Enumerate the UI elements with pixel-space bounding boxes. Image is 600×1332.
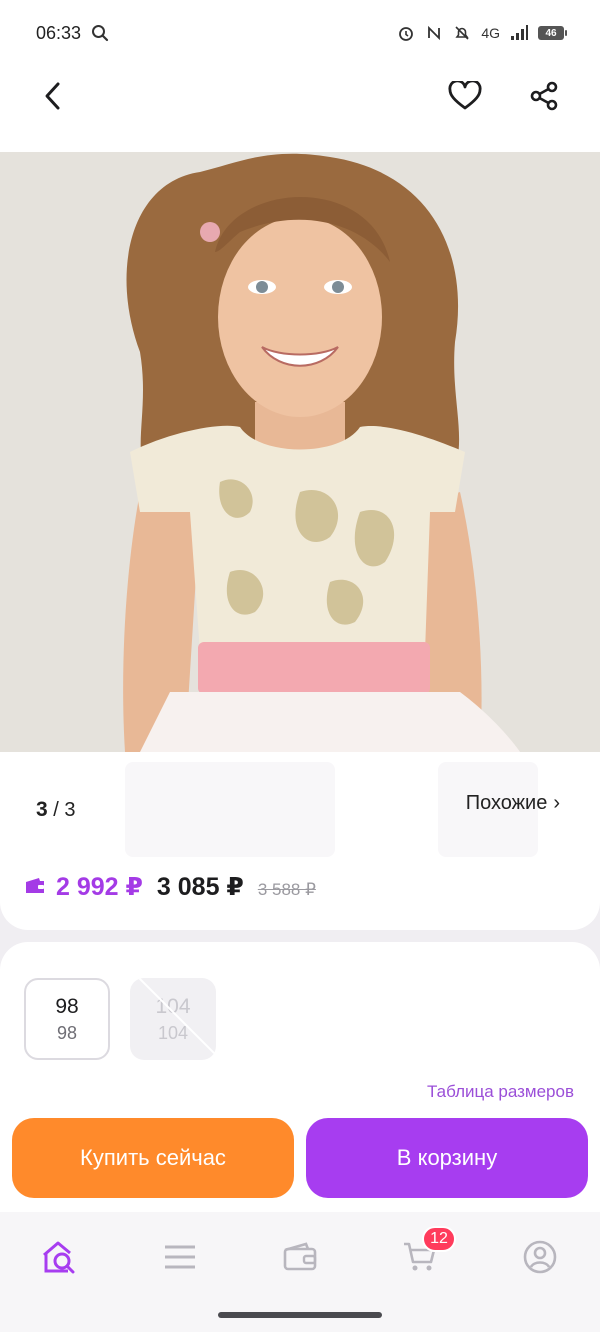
home-search-icon [43, 1241, 75, 1274]
add-to-cart-button[interactable]: В корзину [306, 1118, 588, 1198]
network-label: 4G [481, 25, 500, 41]
size-label: 98 [55, 994, 79, 1018]
size-option-104[interactable]: 104 104 [130, 978, 216, 1060]
tab-wallet[interactable] [270, 1232, 330, 1282]
wallet-price: 2 992 ₽ [56, 873, 143, 901]
status-time: 06:33 [36, 22, 82, 43]
old-price: 3 588 ₽ [257, 880, 316, 899]
size-selector-card: 98 98 104 104 Таблица размеров [0, 942, 600, 1132]
size-table-link[interactable]: Таблица размеров [427, 1082, 574, 1102]
product-header [0, 66, 600, 152]
current-price: 3 085 ₽ [156, 873, 244, 901]
back-button[interactable] [32, 74, 76, 118]
status-right: 4G 46 [397, 24, 567, 42]
image-counter-current: 3 [36, 798, 48, 821]
thumbnail-placeholder [125, 762, 335, 857]
tab-profile[interactable] [510, 1232, 570, 1282]
battery-icon: 46 [538, 26, 567, 40]
wallet-icon [24, 877, 46, 895]
signal-icon [510, 24, 528, 42]
nfc-icon [425, 24, 443, 42]
price-row: 2 992 ₽ 3 085 ₽ 3 588 ₽ [24, 872, 316, 902]
mute-bell-icon [453, 24, 471, 42]
action-bar: Купить сейчас В корзину [0, 1108, 600, 1212]
bottom-tab-bar: 12 [0, 1212, 600, 1332]
product-info-card: 3 / 3 Похожие › 2 992 ₽ 3 085 ₽ 3 588 ₽ [0, 752, 600, 930]
battery-level: 46 [545, 27, 557, 39]
share-icon [530, 81, 558, 111]
buy-now-button[interactable]: Купить сейчас [12, 1118, 294, 1198]
search-icon [91, 24, 109, 42]
cart-count-badge: 12 [422, 1226, 456, 1252]
chevron-left-icon [45, 82, 60, 110]
alarm-icon [397, 24, 415, 42]
tab-cart[interactable]: 12 [390, 1226, 456, 1282]
similar-label: Похожие [465, 792, 548, 814]
menu-icon [165, 1245, 195, 1269]
product-photo-illustration [0, 152, 600, 752]
size-option-98[interactable]: 98 98 [24, 978, 110, 1060]
similar-products-link[interactable]: Похожие › [466, 792, 560, 815]
unavailable-strike [136, 978, 216, 1060]
image-counter-total: 3 [64, 799, 76, 821]
size-sublabel: 104 [157, 1022, 189, 1043]
chevron-right-icon: › [553, 792, 560, 814]
home-indicator[interactable] [218, 1312, 382, 1318]
image-counter: 3 / 3 [36, 798, 76, 822]
favorite-button[interactable] [443, 74, 487, 118]
tab-catalog[interactable] [150, 1232, 210, 1282]
size-sublabel: 98 [56, 1022, 78, 1043]
tab-home[interactable] [30, 1232, 90, 1282]
status-left: 06:33 [36, 23, 109, 44]
status-bar: 06:33 4G 46 [0, 0, 600, 66]
image-counter-separator: / [53, 799, 59, 821]
heart-icon [448, 81, 482, 110]
product-photo[interactable] [0, 152, 600, 752]
wallet-icon [283, 1242, 317, 1271]
share-button[interactable] [522, 74, 566, 118]
profile-icon [523, 1240, 557, 1274]
